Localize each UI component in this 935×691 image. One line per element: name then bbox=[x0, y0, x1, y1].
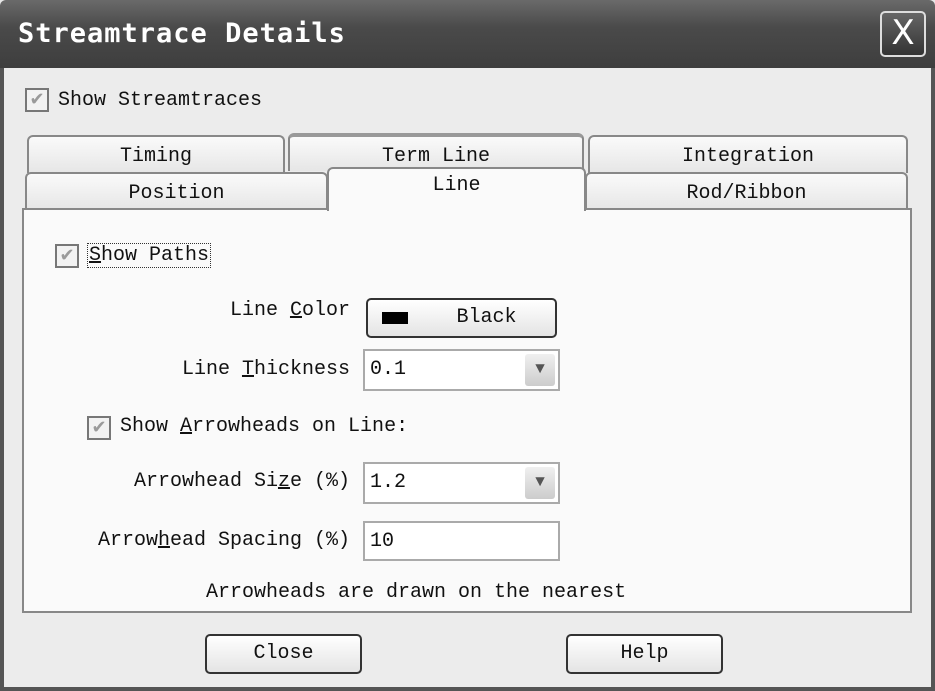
label-text: rrowheads on Line: bbox=[192, 415, 409, 438]
show-paths-label: Show Paths bbox=[87, 243, 212, 268]
label-text: olor bbox=[301, 299, 350, 322]
arrowhead-size-combobox[interactable]: 1.2 ▼ bbox=[363, 462, 560, 504]
line-thickness-combobox[interactable]: 0.1 ▼ bbox=[363, 349, 560, 391]
close-window-button[interactable]: X bbox=[880, 11, 926, 57]
arrowheads-note: Arrowheads are drawn on the nearest bbox=[206, 581, 627, 604]
arrowhead-size-label: Arrowhead Size (%) bbox=[134, 470, 350, 493]
show-paths-checkbox[interactable]: ✔ bbox=[55, 244, 79, 268]
label-text: Arrowhead Si bbox=[133, 470, 278, 493]
tab-timing[interactable]: Timing bbox=[27, 135, 285, 173]
mnemonic: S bbox=[89, 244, 102, 267]
tab-term-line[interactable]: Term Line bbox=[288, 133, 584, 171]
label-text: e (%) bbox=[289, 470, 350, 493]
chevron-down-icon[interactable]: ▼ bbox=[525, 467, 555, 499]
show-arrowheads-label: Show Arrowheads on Line: bbox=[120, 415, 408, 438]
window-title: Streamtrace Details bbox=[18, 18, 346, 49]
label-text: Show bbox=[120, 415, 181, 438]
mnemonic: h bbox=[157, 529, 170, 552]
mnemonic: C bbox=[289, 299, 302, 322]
arrowhead-spacing-label: Arrowhead Spacing (%) bbox=[98, 529, 350, 552]
label-text: ead Spacing (%) bbox=[169, 529, 350, 552]
mnemonic: T bbox=[241, 358, 254, 381]
line-thickness-value: 0.1 bbox=[370, 358, 407, 381]
help-button[interactable]: Help bbox=[566, 634, 723, 674]
arrowhead-size-value: 1.2 bbox=[370, 471, 407, 494]
label-text: Line bbox=[229, 299, 290, 322]
tab-rod-ribbon[interactable]: Rod/Ribbon bbox=[585, 172, 908, 210]
close-button[interactable]: Close bbox=[205, 634, 362, 674]
show-streamtraces-checkbox[interactable]: ✔ bbox=[25, 88, 49, 112]
line-color-button[interactable]: Black bbox=[366, 298, 557, 338]
mnemonic: A bbox=[180, 415, 193, 438]
mnemonic: z bbox=[277, 470, 290, 493]
arrowhead-spacing-input[interactable]: 10 bbox=[363, 521, 560, 561]
color-swatch-icon bbox=[382, 312, 408, 324]
label-text: how Paths bbox=[101, 244, 210, 267]
line-color-value: Black bbox=[456, 306, 517, 329]
label-text: Arrow bbox=[97, 529, 158, 552]
label-text: hickness bbox=[253, 358, 350, 381]
tab-position[interactable]: Position bbox=[25, 172, 328, 210]
tab-line[interactable]: Line bbox=[327, 167, 586, 211]
line-color-label: Line Color bbox=[230, 299, 350, 322]
show-streamtraces-label: Show Streamtraces bbox=[58, 89, 263, 112]
chevron-down-icon[interactable]: ▼ bbox=[525, 354, 555, 386]
line-thickness-label: Line Thickness bbox=[182, 358, 350, 381]
label-text: Line bbox=[181, 358, 242, 381]
show-arrowheads-checkbox[interactable]: ✔ bbox=[87, 416, 111, 440]
tab-integration[interactable]: Integration bbox=[588, 135, 908, 173]
